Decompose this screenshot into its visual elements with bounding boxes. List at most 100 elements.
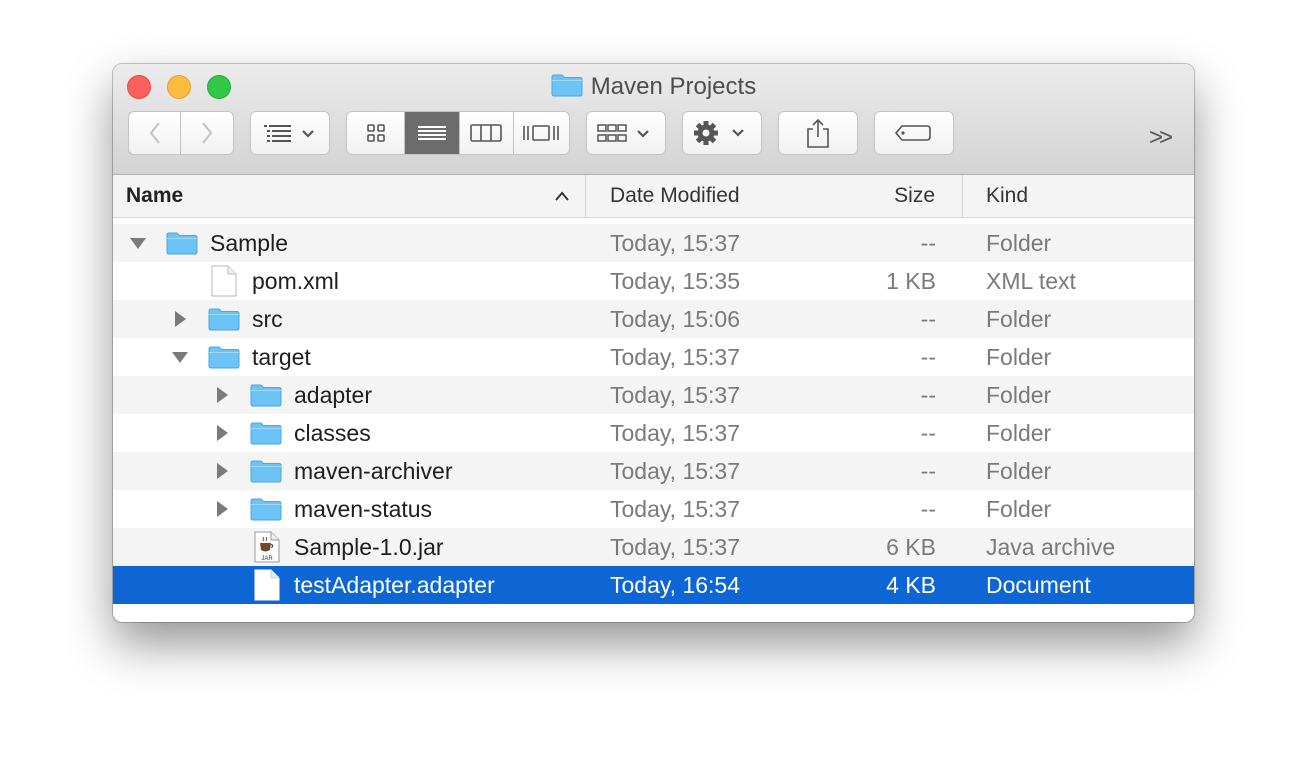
file-name: pom.xml: [252, 268, 339, 294]
disclosure-expanded-icon[interactable]: [128, 224, 148, 262]
file-kind: Folder: [986, 344, 1052, 370]
file-name: Sample: [210, 230, 288, 256]
column-header: Name Date Modified Size Kind: [113, 175, 1194, 218]
file-name: adapter: [294, 382, 373, 408]
file-kind: Folder: [986, 306, 1052, 332]
chevron-right-icon: [202, 122, 213, 144]
file-date: Today, 15:06: [610, 306, 741, 332]
disclosure-collapsed-icon[interactable]: [212, 376, 232, 414]
file-row[interactable]: pom.xml Today, 15:35 1 KB XML text: [113, 262, 1194, 300]
file-size: --: [920, 496, 936, 522]
window-title: Maven Projects: [113, 73, 1194, 104]
group-button[interactable]: [586, 111, 666, 155]
column-header-size[interactable]: Size: [813, 175, 962, 217]
view-mode-control: [346, 111, 570, 155]
disclosure-collapsed-icon[interactable]: [170, 300, 190, 338]
file-date: Today, 16:54: [610, 572, 741, 598]
toolbar-overflow-button[interactable]: >>: [1149, 124, 1173, 152]
file-size: --: [920, 458, 936, 484]
back-button[interactable]: [128, 111, 181, 155]
file-date: Today, 15:37: [610, 230, 741, 256]
folder-icon: [166, 224, 198, 262]
share-icon: [807, 118, 829, 148]
file-list: Sample Today, 15:37 -- Folder pom.xml To…: [113, 224, 1194, 604]
finder-window: Maven Projects >> Name Date Modified Siz…: [113, 64, 1194, 622]
list-view-button[interactable]: [405, 112, 460, 154]
disclosure-collapsed-icon[interactable]: [212, 490, 232, 528]
chevron-left-icon: [149, 122, 160, 144]
file-date: Today, 15:37: [610, 458, 741, 484]
file-name: maven-status: [294, 496, 433, 522]
jar-icon-label: JAR: [261, 556, 273, 562]
action-button[interactable]: [682, 111, 762, 155]
arrange-icon: [264, 125, 314, 142]
file-name: classes: [294, 420, 371, 446]
window-title-text: Maven Projects: [590, 73, 757, 100]
file-name: testAdapter.adapter: [294, 572, 495, 598]
file-size: --: [920, 230, 936, 256]
forward-button[interactable]: [180, 111, 234, 155]
file-row[interactable]: adapter Today, 15:37 -- Folder: [113, 376, 1194, 414]
file-name: Sample-1.0.jar: [294, 534, 444, 560]
folder-icon: [250, 414, 282, 452]
file-size: --: [920, 306, 936, 332]
folder-icon: [551, 73, 583, 104]
tag-icon: [894, 125, 931, 141]
file-date: Today, 15:37: [610, 382, 741, 408]
tags-button[interactable]: [874, 111, 954, 155]
column-header-name[interactable]: Name: [113, 175, 585, 217]
folder-icon: [250, 490, 282, 528]
folder-icon: [250, 376, 282, 414]
file-date: Today, 15:35: [610, 268, 741, 294]
disclosure-expanded-icon[interactable]: [170, 338, 190, 376]
folder-icon: [250, 452, 282, 490]
file-kind: Folder: [986, 230, 1052, 256]
file-row[interactable]: maven-status Today, 15:37 -- Folder: [113, 490, 1194, 528]
icon-view-icon: [366, 124, 385, 142]
file-name: maven-archiver: [294, 458, 453, 484]
file-row[interactable]: Sample Today, 15:37 -- Folder: [113, 224, 1194, 262]
jar-file-icon: JAR: [254, 528, 280, 566]
file-row[interactable]: maven-archiver Today, 15:37 -- Folder: [113, 452, 1194, 490]
file-size: --: [920, 382, 936, 408]
sort-ascending-icon: [555, 191, 569, 201]
column-header-name-label: Name: [126, 184, 184, 207]
file-row[interactable]: classes Today, 15:37 -- Folder: [113, 414, 1194, 452]
column-view-button[interactable]: [460, 112, 514, 154]
file-size: 6 KB: [886, 534, 936, 560]
group-icon: [597, 124, 649, 142]
file-size: 4 KB: [886, 572, 936, 598]
file-row[interactable]: target Today, 15:37 -- Folder: [113, 338, 1194, 376]
file-name: target: [252, 344, 311, 370]
file-kind: Document: [986, 572, 1091, 598]
file-size: --: [920, 344, 936, 370]
file-row[interactable]: JAR Sample-1.0.jar Today, 15:37 6 KB Jav…: [113, 528, 1194, 566]
document-icon: [211, 262, 237, 300]
gallery-view-icon: [523, 125, 560, 141]
column-header-date[interactable]: Date Modified: [585, 175, 813, 217]
column-header-kind[interactable]: Kind: [962, 175, 1194, 217]
file-date: Today, 15:37: [610, 496, 741, 522]
arrange-button[interactable]: [250, 111, 330, 155]
file-size: --: [920, 420, 936, 446]
icon-view-button[interactable]: [347, 112, 406, 154]
gear-icon: [694, 121, 744, 145]
file-row[interactable]: src Today, 15:06 -- Folder: [113, 300, 1194, 338]
gallery-view-button[interactable]: [514, 112, 570, 154]
column-view-icon: [470, 124, 503, 142]
folder-icon: [208, 338, 240, 376]
file-size: 1 KB: [886, 268, 936, 294]
share-button[interactable]: [778, 111, 858, 155]
disclosure-collapsed-icon[interactable]: [212, 452, 232, 490]
file-name: src: [252, 306, 283, 332]
file-kind: Folder: [986, 382, 1052, 408]
disclosure-collapsed-icon[interactable]: [212, 414, 232, 452]
file-kind: Folder: [986, 458, 1052, 484]
document-icon: [254, 566, 280, 604]
file-date: Today, 15:37: [610, 420, 741, 446]
titlebar: Maven Projects >>: [113, 64, 1194, 175]
file-date: Today, 15:37: [610, 344, 741, 370]
file-row-selected[interactable]: testAdapter.adapter Today, 16:54 4 KB Do…: [113, 566, 1194, 604]
file-kind: Folder: [986, 496, 1052, 522]
file-date: Today, 15:37: [610, 534, 741, 560]
